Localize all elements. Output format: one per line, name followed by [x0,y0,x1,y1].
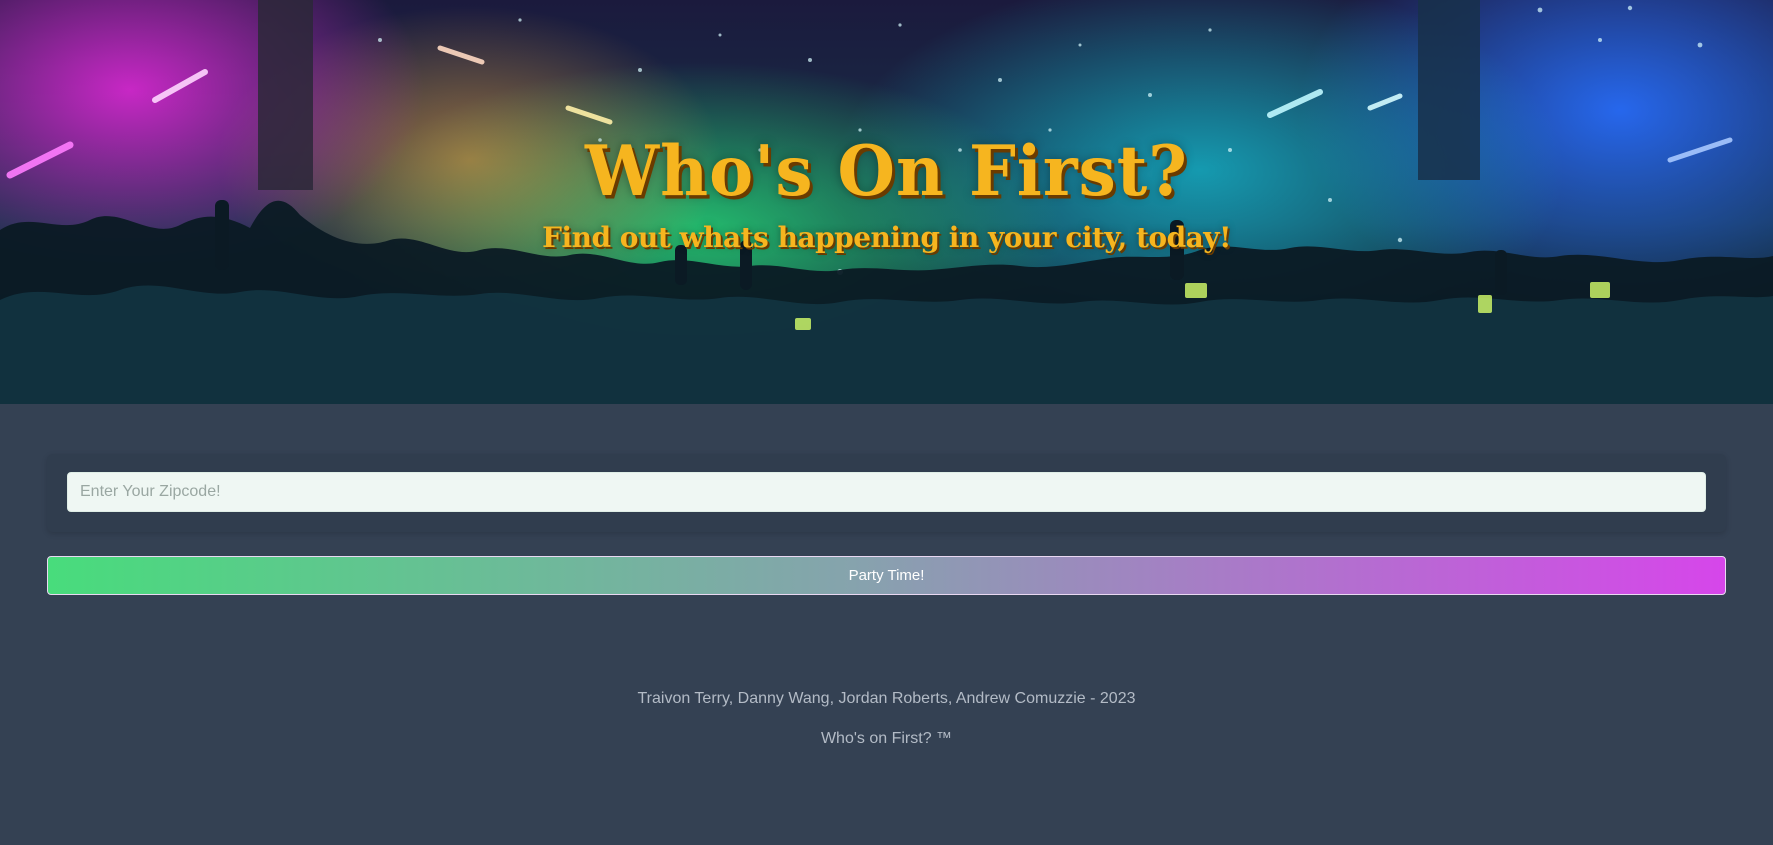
zipcode-form [47,454,1726,532]
page-title: Who's On First? [585,130,1188,212]
footer-credits: Traivon Terry, Danny Wang, Jordan Robert… [637,690,1136,707]
footer: Traivon Terry, Danny Wang, Jordan Robert… [0,690,1773,748]
zipcode-input[interactable] [67,472,1706,512]
party-time-button[interactable]: Party Time! [47,556,1726,595]
hero-banner: Who's On First? Find out whats happening… [0,0,1773,404]
page-subtitle: Find out whats happening in your city, t… [542,221,1231,254]
footer-brand: Who's on First? ™ [820,730,953,747]
